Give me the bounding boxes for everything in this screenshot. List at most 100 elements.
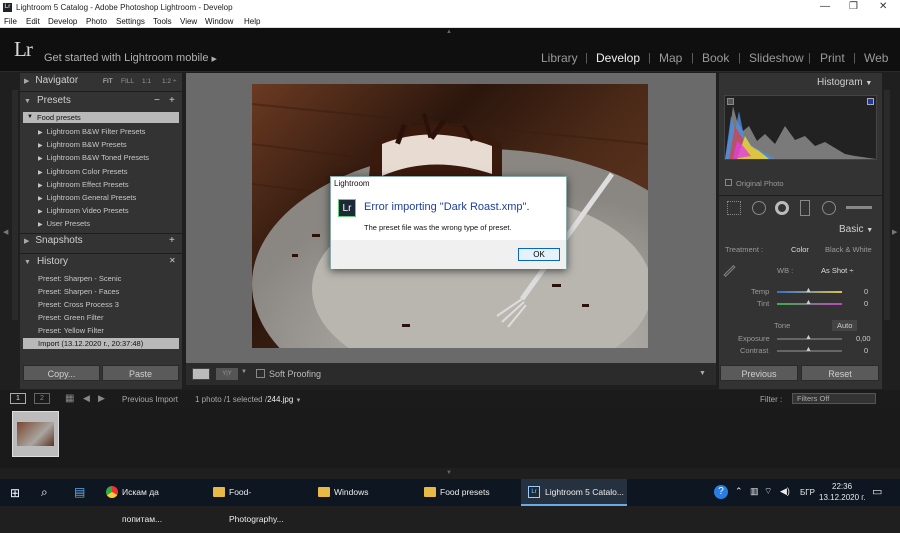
highlight-clipping-icon[interactable] [867, 98, 874, 105]
history-step[interactable]: Preset: Green Filter [38, 313, 103, 322]
main-window-button[interactable]: 1 [10, 393, 26, 404]
radial-filter-icon[interactable] [822, 201, 836, 215]
clock-time[interactable]: 22:36 [832, 482, 852, 491]
filter-dropdown[interactable]: Filters Off [792, 393, 876, 404]
treatment-color-option[interactable]: Color [791, 245, 809, 254]
left-panel-toggle-icon[interactable]: ◀ [3, 228, 8, 236]
taskbar-folder-windows[interactable]: Windows [310, 479, 410, 506]
preset-folder-bw-filter[interactable]: ▶ Lightroom B&W Filter Presets [38, 127, 145, 136]
preset-folder-effect[interactable]: ▶ Lightroom Effect Presets [38, 180, 129, 189]
contrast-slider-thumb-icon[interactable]: ▲ [805, 346, 812, 353]
preset-folder-bw[interactable]: ▶ Lightroom B&W Presets [38, 140, 127, 149]
history-header[interactable]: ▼ History ✕ [24, 256, 180, 270]
windows-start-icon[interactable]: ⊞ [10, 486, 20, 500]
tint-slider-thumb-icon[interactable]: ▲ [805, 299, 812, 306]
snapshots-add-icon[interactable]: + [169, 235, 175, 246]
taskbar-chrome[interactable]: Искам да попитам... [98, 479, 198, 524]
adjustment-brush-icon[interactable] [846, 206, 872, 209]
graduated-filter-icon[interactable] [800, 200, 810, 216]
bottom-panel-toggle-icon[interactable]: ▼ [446, 470, 452, 476]
soft-proofing-checkbox[interactable] [256, 369, 265, 378]
exposure-value[interactable]: 0,00 [856, 334, 871, 343]
clock-date[interactable]: 13.12.2020 г. [819, 493, 865, 502]
original-photo-checkbox[interactable] [725, 179, 732, 186]
contrast-value[interactable]: 0 [864, 346, 868, 355]
crop-tool-icon[interactable] [727, 201, 741, 215]
red-eye-icon[interactable] [775, 201, 789, 215]
zoom-1-2[interactable]: 1:2 ÷ [162, 78, 176, 85]
history-step[interactable]: Preset: Yellow Filter [38, 326, 104, 335]
basic-header[interactable]: Basic ▼ [839, 224, 873, 238]
grid-view-icon[interactable]: ▦ [65, 393, 74, 404]
snapshots-header[interactable]: ▶ Snapshots + [24, 235, 180, 249]
menu-view[interactable]: View [180, 17, 197, 26]
history-step-selected[interactable]: Import (13.12.2020 г., 20:37:48) [23, 338, 179, 349]
history-step[interactable]: Preset: Cross Process 3 [38, 300, 119, 309]
module-web[interactable]: Web [864, 51, 888, 65]
navigator-header[interactable]: ▶ Navigator FIT FILL 1:1 1:2 ÷ [24, 75, 180, 89]
filmstrip-source[interactable]: Previous Import [122, 395, 178, 404]
menu-window[interactable]: Window [205, 17, 233, 26]
copy-settings-button[interactable]: Copy... [23, 365, 100, 381]
top-panel-toggle-icon[interactable]: ▲ [446, 29, 452, 35]
tint-value[interactable]: 0 [864, 299, 868, 308]
previous-settings-button[interactable]: Previous [720, 365, 798, 381]
preset-folder-video[interactable]: ▶ Lightroom Video Presets [38, 206, 129, 215]
tray-network-icon[interactable]: ▥ [750, 486, 759, 497]
presets-header[interactable]: ▼ Presets − + [24, 95, 180, 109]
module-slideshow[interactable]: Slideshow [749, 51, 804, 65]
history-step[interactable]: Preset: Sharpen - Faces [38, 287, 119, 296]
presets-add-icon[interactable]: + [169, 95, 175, 106]
calculator-icon[interactable]: ▤ [74, 485, 85, 499]
module-print[interactable]: Print [820, 51, 845, 65]
loupe-view-icon[interactable] [192, 368, 210, 380]
taskbar-lightroom[interactable]: Lr Lightroom 5 Catalo... [521, 479, 627, 506]
restore-button[interactable]: ❐ [849, 1, 858, 12]
shadow-clipping-icon[interactable] [727, 98, 734, 105]
preset-folder-food[interactable]: ▼ Food presets [23, 112, 179, 123]
menu-help[interactable]: Help [244, 17, 260, 26]
ok-button[interactable]: OK [518, 248, 560, 261]
close-button[interactable]: ✕ [879, 1, 887, 12]
help-icon[interactable]: ? [714, 485, 728, 499]
menu-edit[interactable]: Edit [26, 17, 40, 26]
presets-remove-icon[interactable]: − [154, 95, 160, 106]
minimize-button[interactable]: — [820, 1, 830, 12]
history-step[interactable]: Preset: Sharpen - Scenic [38, 274, 121, 283]
filmstrip-thumbnail[interactable] [12, 411, 59, 457]
preset-folder-color[interactable]: ▶ Lightroom Color Presets [38, 167, 128, 176]
menu-tools[interactable]: Tools [153, 17, 172, 26]
input-language[interactable]: БГР [800, 488, 815, 497]
treatment-bw-option[interactable]: Black & White [825, 245, 872, 254]
search-icon[interactable]: ⌕ [41, 485, 48, 500]
reset-button[interactable]: Reset [801, 365, 879, 381]
left-scrollbar[interactable] [12, 90, 18, 320]
temp-value[interactable]: 0 [864, 287, 868, 296]
before-after-dropdown-icon[interactable]: ▼ [241, 369, 247, 375]
white-balance-eyedropper-icon[interactable] [723, 264, 736, 278]
volume-icon[interactable]: ◀) [780, 486, 790, 497]
menu-file[interactable]: File [4, 17, 17, 26]
paste-settings-button[interactable]: Paste [102, 365, 179, 381]
toolbar-options-icon[interactable]: ▼ [699, 370, 706, 377]
tray-chevron-icon[interactable]: ⌃ [735, 486, 743, 497]
back-arrow-icon[interactable]: ◀ [83, 393, 90, 404]
zoom-fill[interactable]: FILL [121, 78, 134, 85]
exposure-slider-thumb-icon[interactable]: ▲ [805, 334, 812, 341]
wifi-icon[interactable]: ⌔ [764, 486, 772, 497]
histogram[interactable] [724, 95, 877, 160]
mobile-promo-link[interactable]: Get started with Lightroom mobile ▶ [44, 52, 217, 64]
right-panel-toggle-icon[interactable]: ▶ [892, 228, 897, 236]
taskbar-folder-food-presets[interactable]: Food presets [416, 479, 516, 506]
notifications-icon[interactable]: ▭ [872, 485, 882, 498]
module-library[interactable]: Library [541, 51, 578, 65]
before-after-icon[interactable]: Y|Y [216, 368, 238, 380]
preset-folder-user[interactable]: ▶ User Presets [38, 219, 90, 228]
module-develop[interactable]: Develop [596, 51, 640, 65]
module-map[interactable]: Map [659, 51, 682, 65]
menu-develop[interactable]: Develop [48, 17, 77, 26]
histogram-header[interactable]: Histogram ▼ [817, 77, 872, 91]
zoom-fit[interactable]: FIT [103, 78, 113, 85]
preset-folder-general[interactable]: ▶ Lightroom General Presets [38, 193, 136, 202]
history-clear-icon[interactable]: ✕ [169, 256, 176, 265]
